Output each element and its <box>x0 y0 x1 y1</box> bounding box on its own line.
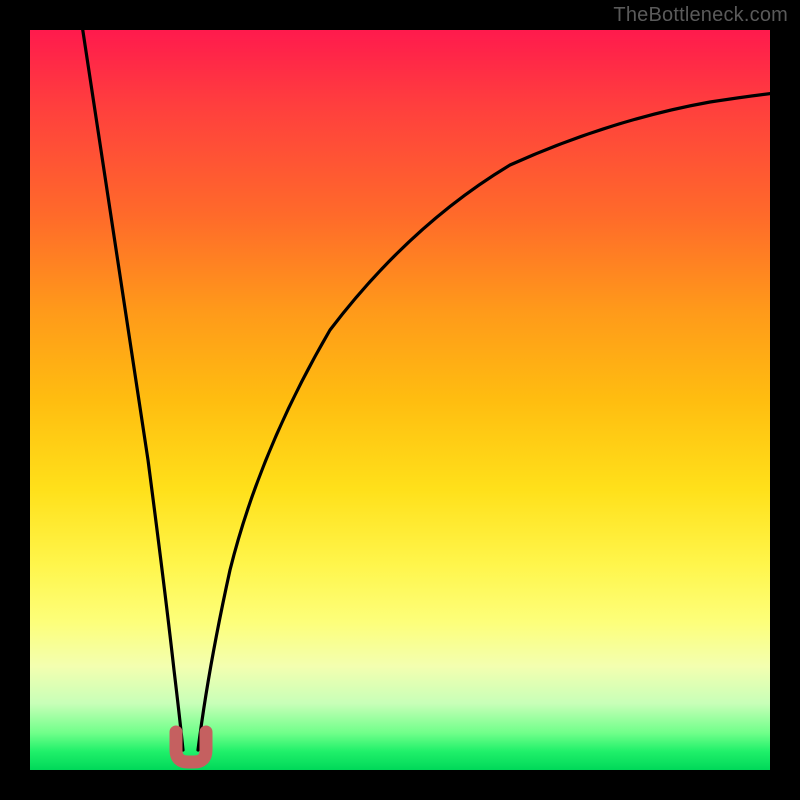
curve-layer <box>30 30 770 770</box>
watermark-text: TheBottleneck.com <box>613 4 788 27</box>
curve-right-branch <box>198 93 770 750</box>
curve-left-branch <box>82 30 183 750</box>
plot-area <box>30 30 770 770</box>
minimum-u-marker <box>176 732 206 762</box>
chart-frame: TheBottleneck.com <box>0 0 800 800</box>
